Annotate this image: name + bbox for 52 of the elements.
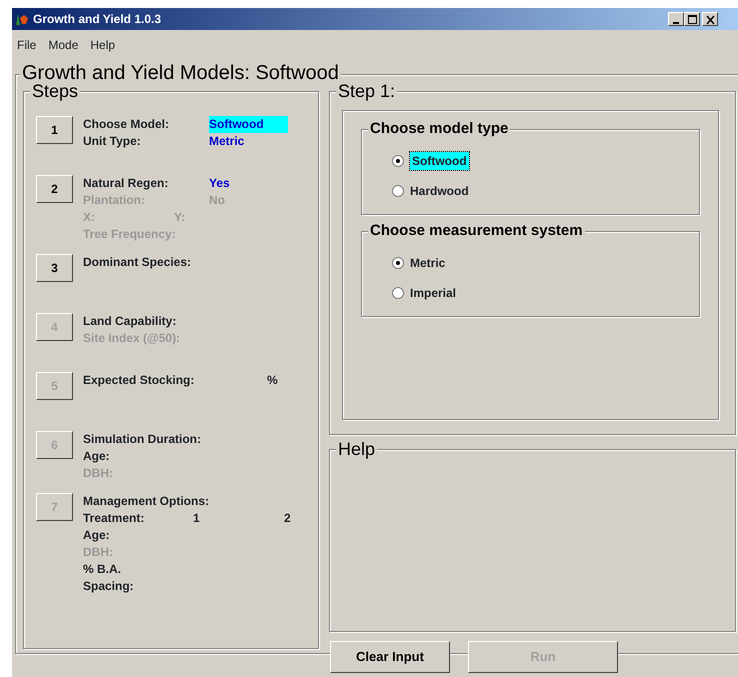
- field-label: Management Options:: [83, 493, 210, 510]
- radio-button[interactable]: [392, 257, 404, 269]
- group-title: Choose model type: [368, 121, 510, 136]
- field-label: %: [267, 372, 278, 389]
- step-button[interactable]: 2: [36, 175, 73, 203]
- field-label: Dominant Species:: [83, 254, 192, 271]
- field-label: X:: [83, 209, 96, 226]
- option-label[interactable]: Softwood: [410, 152, 469, 170]
- field-label: 2: [284, 510, 291, 527]
- field-label: Land Capability:: [83, 313, 176, 330]
- field-label: Y:: [174, 209, 186, 226]
- field-label: Simulation Duration:: [83, 431, 201, 448]
- field-label: Expected Stocking:: [83, 372, 196, 389]
- step-button[interactable]: 3: [36, 254, 73, 282]
- panel-title: Help: [336, 440, 378, 458]
- field-label: Choose Model:: [83, 116, 170, 133]
- field-label: Spacing:: [83, 578, 134, 595]
- field-label: Site Index (@50):: [83, 330, 180, 347]
- panel-title: Steps: [30, 82, 80, 100]
- field-label: 1: [193, 510, 201, 527]
- option-label[interactable]: Hardwood: [410, 182, 469, 200]
- group-title: Choose measurement system: [368, 223, 585, 238]
- field-value: No: [209, 192, 225, 209]
- field-label: Unit Type:: [83, 133, 142, 150]
- option-label[interactable]: Metric: [410, 254, 446, 272]
- field-label: % B.A.: [83, 561, 122, 578]
- field-label: Age:: [83, 448, 110, 465]
- action-button[interactable]: Clear Input: [330, 641, 450, 673]
- maximize-icon[interactable]: [684, 12, 700, 26]
- field-value: Softwood: [209, 116, 288, 133]
- radio-button[interactable]: [392, 155, 404, 167]
- field-value: Yes: [209, 175, 230, 192]
- menu-item[interactable]: File: [17, 36, 36, 54]
- menu-item[interactable]: Help: [90, 36, 116, 54]
- field-label: Plantation:: [83, 192, 146, 209]
- minimize-icon[interactable]: [668, 12, 684, 26]
- step-button[interactable]: 1: [36, 116, 73, 144]
- menu-item[interactable]: Mode: [48, 36, 78, 54]
- field-label: Natural Regen:: [83, 175, 170, 192]
- field-label: Tree Frequency:: [83, 226, 176, 243]
- radio-button[interactable]: [392, 287, 404, 299]
- close-icon[interactable]: [702, 12, 718, 26]
- window-title: Growth and Yield 1.0.3: [33, 11, 162, 28]
- panel-title: Step 1:: [336, 82, 398, 100]
- radio-button[interactable]: [392, 185, 404, 197]
- field-label: DBH:: [83, 465, 113, 482]
- field-value: Metric: [209, 133, 244, 150]
- field-label: Age:: [83, 527, 110, 544]
- app-icon: [14, 12, 30, 26]
- option-label[interactable]: Imperial: [410, 284, 456, 302]
- field-label: DBH:: [83, 544, 113, 561]
- field-label: Treatment:: [83, 510, 146, 527]
